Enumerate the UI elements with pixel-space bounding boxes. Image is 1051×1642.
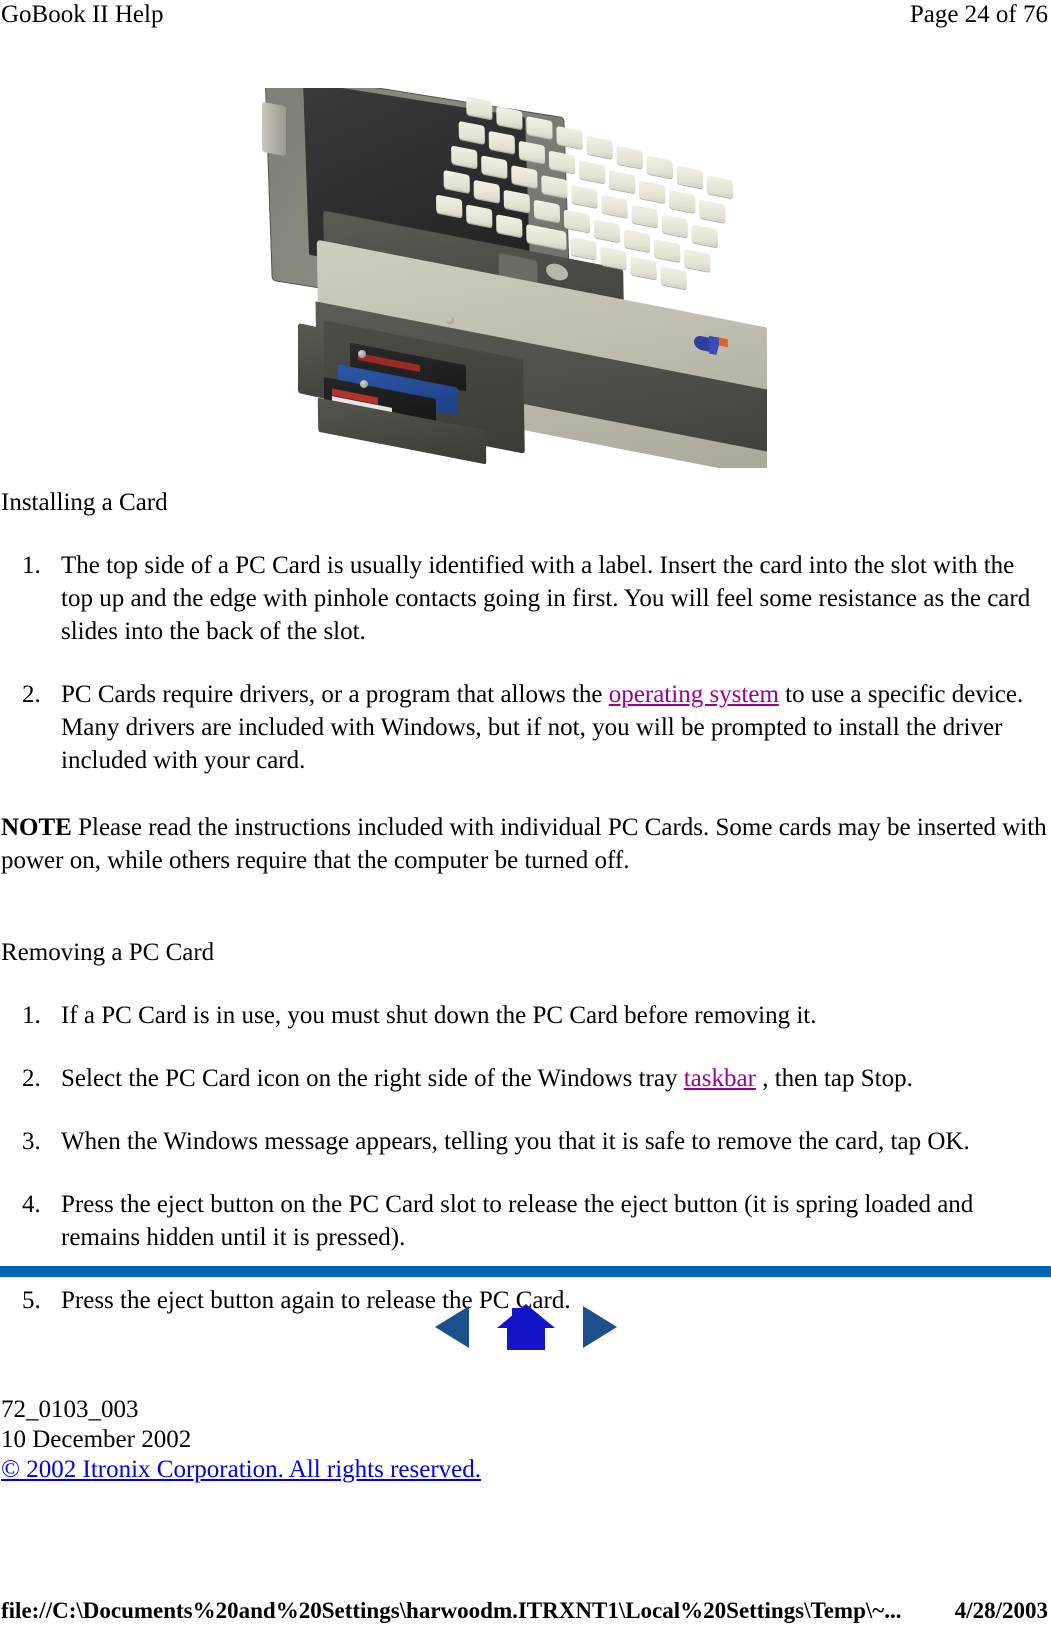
- link-taskbar[interactable]: taskbar: [684, 1065, 756, 1092]
- header-page-number: Page 24 of 76: [909, 1, 1048, 28]
- page-header: GoBook II Help Page 24 of 76: [0, 0, 1051, 34]
- laptop-latch: [298, 323, 326, 399]
- page-navigation: [0, 1302, 1051, 1352]
- screw-2: [360, 380, 368, 388]
- figure-pc-card-slot: [246, 88, 767, 468]
- list-item: 3. When the Windows message appears, tel…: [0, 1125, 1051, 1158]
- document-body: Installing a Card 1. The top side of a P…: [0, 486, 1051, 1317]
- laptop-photo: [246, 88, 767, 468]
- list-item-number: 3.: [22, 1128, 41, 1155]
- list-item-text-lead: Select the PC Card icon on the right sid…: [61, 1065, 684, 1092]
- heading-removing-a-pc-card: Removing a PC Card: [1, 939, 215, 966]
- list-item-number: 4.: [22, 1191, 41, 1218]
- list-item: 1. If a PC Card is in use, you must shut…: [0, 999, 1051, 1032]
- back-arrow-icon[interactable]: [433, 1304, 473, 1350]
- list-item-number: 2.: [22, 681, 41, 708]
- print-path-footer: file://C:\Documents%20and%20Settings\har…: [0, 1597, 1051, 1625]
- laptop-hinge: [262, 101, 286, 157]
- list-item-text-tail: , then tap Stop.: [755, 1065, 913, 1092]
- note-paragraph: NOTE Please read the instructions includ…: [1, 811, 1051, 877]
- list-item: 4. Press the eject button on the PC Card…: [0, 1188, 1051, 1254]
- document-date: 10 December 2002: [1, 1426, 192, 1453]
- installing-steps-list: 1. The top side of a PC Card is usually …: [0, 549, 1051, 777]
- note-text: Please read the instructions included wi…: [1, 814, 1047, 874]
- link-operating-system[interactable]: operating system: [609, 681, 779, 708]
- list-item-number: 1.: [22, 552, 41, 579]
- heading-installing-a-card: Installing a Card: [1, 489, 168, 516]
- list-item-text: Press the eject button on the PC Card sl…: [61, 1191, 974, 1251]
- list-item-text-lead: PC Cards require drivers, or a program t…: [61, 681, 609, 708]
- home-icon[interactable]: [495, 1302, 557, 1352]
- list-item-text: Select the PC Card icon on the right sid…: [61, 1065, 913, 1092]
- list-item-text: If a PC Card is in use, you must shut do…: [61, 1002, 817, 1029]
- document-number: 72_0103_003: [1, 1396, 139, 1423]
- document-page: GoBook II Help Page 24 of 76 Installing …: [0, 0, 1051, 1642]
- screw-3: [446, 316, 454, 324]
- list-item-text: When the Windows message appears, tellin…: [61, 1128, 970, 1155]
- print-date: 4/28/2003: [954, 1598, 1048, 1623]
- print-file-path: file://C:\Documents%20and%20Settings\har…: [1, 1598, 902, 1623]
- list-item-number: 2.: [22, 1065, 41, 1092]
- laptop-illustration: [246, 88, 767, 468]
- header-title: GoBook II Help: [1, 1, 164, 28]
- list-item: 2. Select the PC Card icon on the right …: [0, 1062, 1051, 1095]
- forward-arrow-icon[interactable]: [579, 1304, 619, 1350]
- note-label: NOTE: [1, 814, 72, 841]
- screw-1: [358, 350, 366, 358]
- document-footer: 72_0103_003 10 December 2002 © 2002 Itro…: [1, 1395, 481, 1485]
- list-item: 2. PC Cards require drivers, or a progra…: [0, 678, 1051, 777]
- list-item-number: 1.: [22, 1002, 41, 1029]
- footer-divider: [0, 1266, 1051, 1277]
- list-item: 1. The top side of a PC Card is usually …: [0, 549, 1051, 648]
- list-item-text: PC Cards require drivers, or a program t…: [61, 681, 1023, 774]
- copyright-link[interactable]: © 2002 Itronix Corporation. All rights r…: [1, 1456, 481, 1483]
- list-item-text: The top side of a PC Card is usually ide…: [61, 552, 1031, 645]
